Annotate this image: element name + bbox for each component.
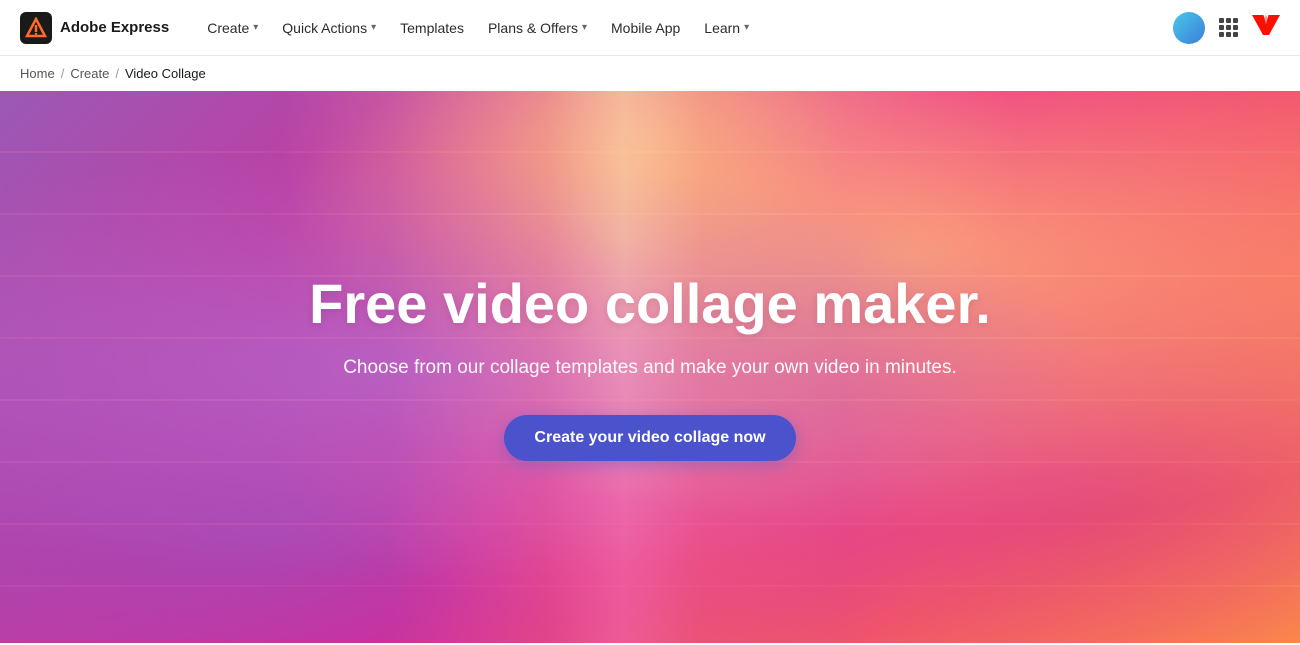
breadcrumb-create[interactable]: Create [70,66,109,81]
breadcrumb: Home / Create / Video Collage [0,56,1300,91]
hero-title: Free video collage maker. [309,273,991,335]
hero-subtitle: Choose from our collage templates and ma… [309,357,991,379]
apps-grid-icon[interactable] [1219,18,1238,37]
nav-right [1173,12,1280,44]
brand-logo[interactable]: Adobe Express [20,12,169,44]
breadcrumb-sep-2: / [115,66,119,81]
hero-content: Free video collage maker. Choose from ou… [289,273,1011,461]
cta-button[interactable]: Create your video collage now [504,415,795,461]
create-chevron-icon: ▾ [253,22,258,33]
quick-actions-chevron-icon: ▾ [371,22,376,33]
breadcrumb-home[interactable]: Home [20,66,55,81]
nav-plans-offers[interactable]: Plans & Offers ▾ [478,14,597,42]
breadcrumb-current: Video Collage [125,66,206,81]
brand-name: Adobe Express [60,19,169,36]
nav-learn[interactable]: Learn ▾ [694,14,759,42]
user-avatar[interactable] [1173,12,1205,44]
adobe-logo-icon[interactable] [1252,13,1280,43]
hero-section: Free video collage maker. Choose from ou… [0,91,1300,643]
navbar: Adobe Express Create ▾ Quick Actions ▾ T… [0,0,1300,56]
plans-chevron-icon: ▾ [582,22,587,33]
nav-templates[interactable]: Templates [390,14,474,42]
nav-links: Create ▾ Quick Actions ▾ Templates Plans… [197,14,1173,42]
nav-quick-actions[interactable]: Quick Actions ▾ [272,14,386,42]
learn-chevron-icon: ▾ [744,22,749,33]
nav-mobile-app[interactable]: Mobile App [601,14,690,42]
breadcrumb-sep-1: / [61,66,65,81]
logo-icon [20,12,52,44]
nav-create[interactable]: Create ▾ [197,14,268,42]
